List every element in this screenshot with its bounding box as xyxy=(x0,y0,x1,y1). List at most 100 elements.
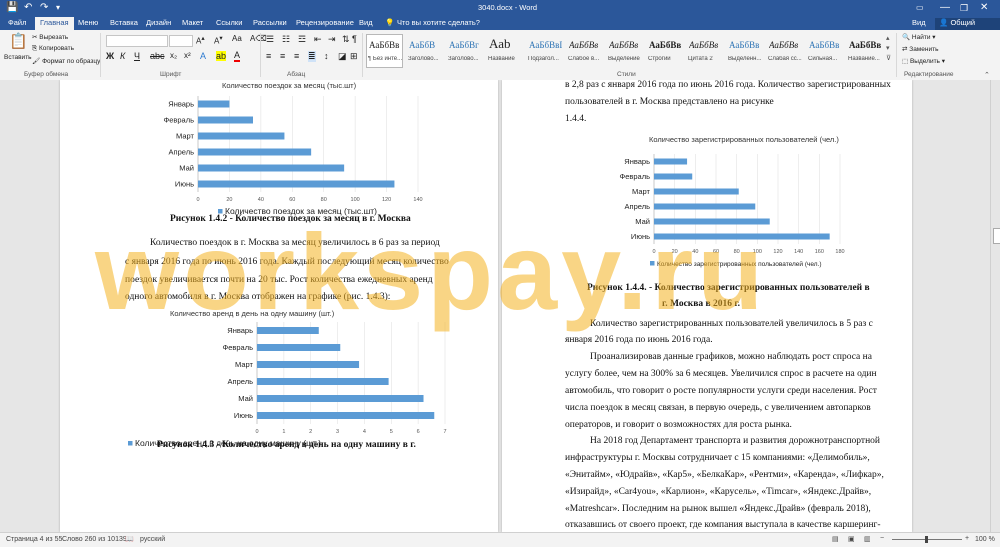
save-icon[interactable]: 💾 xyxy=(6,2,18,14)
minimize-icon[interactable]: — xyxy=(940,2,950,14)
zoom-in-icon[interactable]: + xyxy=(965,535,969,542)
style-item[interactable]: АаБбВв Слабая сс... xyxy=(766,34,803,68)
decrease-indent-icon[interactable]: ⇤ xyxy=(314,34,322,45)
scrollbar-thumb[interactable] xyxy=(993,228,1000,244)
collapse-ribbon-icon[interactable]: ⌃ xyxy=(984,71,990,79)
show-formatting-icon[interactable]: ¶ xyxy=(352,34,357,44)
bar xyxy=(198,116,253,124)
styles-scroll-up-icon[interactable]: ▴ xyxy=(886,34,890,42)
tab-references[interactable]: Ссылки xyxy=(216,18,242,28)
sort-icon[interactable]: ⇅ xyxy=(342,34,350,45)
read-mode-icon[interactable]: ▤ xyxy=(832,535,839,543)
zoom-out-icon[interactable]: − xyxy=(880,535,884,542)
replace-button[interactable]: ⇄ Заменить xyxy=(902,45,938,53)
line-spacing-icon[interactable]: ↕ xyxy=(324,51,329,61)
tab-home[interactable]: Главная xyxy=(35,17,74,30)
multilevel-list-icon[interactable]: ☲ xyxy=(298,34,306,45)
strikethrough-button[interactable]: abc xyxy=(150,51,165,61)
x-tick-label: 140 xyxy=(413,197,422,203)
tab-view-right[interactable]: Вид xyxy=(912,18,926,28)
zoom-level[interactable]: 100 % xyxy=(975,536,995,543)
word-count[interactable]: Слово 260 из 10139 xyxy=(62,536,127,543)
select-button[interactable]: ⬚ Выделить ▾ xyxy=(902,57,945,65)
web-layout-icon[interactable]: ▥ xyxy=(864,535,871,543)
change-case-icon[interactable]: Aa xyxy=(232,34,242,43)
borders-icon[interactable]: ⊞ xyxy=(350,51,358,62)
language[interactable]: русский xyxy=(140,536,165,543)
close-icon[interactable]: ✕ xyxy=(980,2,988,14)
style-item[interactable]: АаБбВв Цитата 2 xyxy=(686,34,723,68)
maximize-icon[interactable]: ❐ xyxy=(960,2,968,14)
text-effects-icon[interactable]: A xyxy=(200,51,206,61)
justify-icon[interactable]: ≣ xyxy=(308,51,316,62)
shrink-font-icon[interactable]: A▾ xyxy=(214,34,223,46)
style-item[interactable]: АаБбВв Строгий xyxy=(646,34,683,68)
page-count[interactable]: Страница 4 из 55 xyxy=(6,536,62,543)
bold-button[interactable]: Ж xyxy=(106,51,114,61)
right-para2-line-1: Проанализировав данные графиков, можно н… xyxy=(590,352,872,362)
bullets-icon[interactable]: ☰ xyxy=(266,34,274,45)
window-title: 3040.docx - Word xyxy=(478,3,538,12)
style-item[interactable]: АаБбВв Выделенн... xyxy=(726,34,763,68)
clipboard-icon: 📋 xyxy=(9,33,28,50)
customize-quick-access-icon[interactable]: ▾ xyxy=(56,2,60,14)
category-label: Февраль xyxy=(620,172,651,181)
print-layout-icon[interactable]: ▣ xyxy=(848,535,855,543)
bar xyxy=(654,173,693,180)
copy-button[interactable]: ⎘ Копировать xyxy=(32,45,74,53)
tab-menu[interactable]: Меню xyxy=(78,18,98,28)
clear-formatting-icon[interactable]: A⌫ xyxy=(250,34,267,43)
status-bar: Страница 4 из 55 Слово 260 из 10139 📖 ру… xyxy=(0,532,1000,547)
align-center-icon[interactable]: ≡ xyxy=(280,51,285,61)
vertical-scrollbar[interactable] xyxy=(990,80,1000,532)
styles-more-icon[interactable]: ⊽ xyxy=(886,54,891,62)
proofing-icon[interactable]: 📖 xyxy=(125,535,134,543)
zoom-slider-handle[interactable] xyxy=(925,536,928,543)
style-item[interactable]: АаБбВв Сильная... xyxy=(806,34,843,68)
category-label: Апрель xyxy=(169,148,195,157)
style-item[interactable]: АаБбВвГ Подзагол... xyxy=(526,34,563,68)
align-left-icon[interactable]: ≡ xyxy=(266,51,271,61)
format-painter-button[interactable]: 🖌 Формат по образцу xyxy=(32,57,100,65)
figure-1-4-3-caption: Рисунок 1.4.3 - Количество аренд в день … xyxy=(157,440,416,450)
style-item[interactable]: АаБбВв ¶ Без инте... xyxy=(366,34,403,68)
italic-button[interactable]: К xyxy=(120,51,125,61)
align-right-icon[interactable]: ≡ xyxy=(294,51,299,61)
highlight-icon[interactable]: ab xyxy=(216,51,227,61)
tab-review[interactable]: Рецензирование xyxy=(296,18,354,28)
tab-mailings[interactable]: Рассылки xyxy=(253,18,287,28)
subscript-button[interactable]: x₂ xyxy=(170,51,177,60)
bar xyxy=(198,164,345,172)
ribbon-display-icon[interactable]: ▭ xyxy=(916,2,924,14)
x-tick-label: 140 xyxy=(794,249,803,255)
tab-view[interactable]: Вид xyxy=(359,18,373,28)
font-size-select[interactable] xyxy=(169,35,193,47)
separator xyxy=(362,33,363,77)
style-item[interactable]: АаБбВг Заголово... xyxy=(446,34,483,68)
increase-indent-icon[interactable]: ⇥ xyxy=(328,34,336,45)
style-item[interactable]: АаБбВв Название... xyxy=(846,34,883,68)
tell-me-input[interactable]: Что вы хотите сделать? xyxy=(397,18,480,28)
style-item[interactable]: АаБбВ Заголово... xyxy=(406,34,443,68)
numbering-icon[interactable]: ☷ xyxy=(282,34,290,45)
redo-icon[interactable]: ↷ xyxy=(40,2,48,14)
undo-icon[interactable]: ↶ xyxy=(24,2,32,14)
styles-scroll-down-icon[interactable]: ▾ xyxy=(886,44,890,52)
find-button[interactable]: 🔍 Найти ▾ xyxy=(902,33,936,41)
style-item[interactable]: Ааb Название xyxy=(486,34,523,68)
style-item[interactable]: АаБбВв Слабое в... xyxy=(566,34,603,68)
category-label: Март xyxy=(176,132,195,141)
tab-insert[interactable]: Вставка xyxy=(110,18,138,28)
tab-design[interactable]: Дизайн xyxy=(146,18,171,28)
font-color-icon[interactable]: A xyxy=(234,51,241,62)
underline-button[interactable]: Ч xyxy=(134,51,140,61)
tab-layout[interactable]: Макет xyxy=(182,18,203,28)
shading-icon[interactable]: ◪ xyxy=(338,51,347,62)
superscript-button[interactable]: x² xyxy=(184,51,191,60)
style-item[interactable]: АаБбВв Выделение xyxy=(606,34,643,68)
paste-button[interactable]: 📋 Вставить xyxy=(4,32,32,68)
tab-file[interactable]: Файл xyxy=(8,18,26,28)
grow-font-icon[interactable]: A▴ xyxy=(196,34,205,46)
font-name-select[interactable] xyxy=(106,35,168,47)
cut-button[interactable]: ✂ Вырезать xyxy=(32,33,68,41)
